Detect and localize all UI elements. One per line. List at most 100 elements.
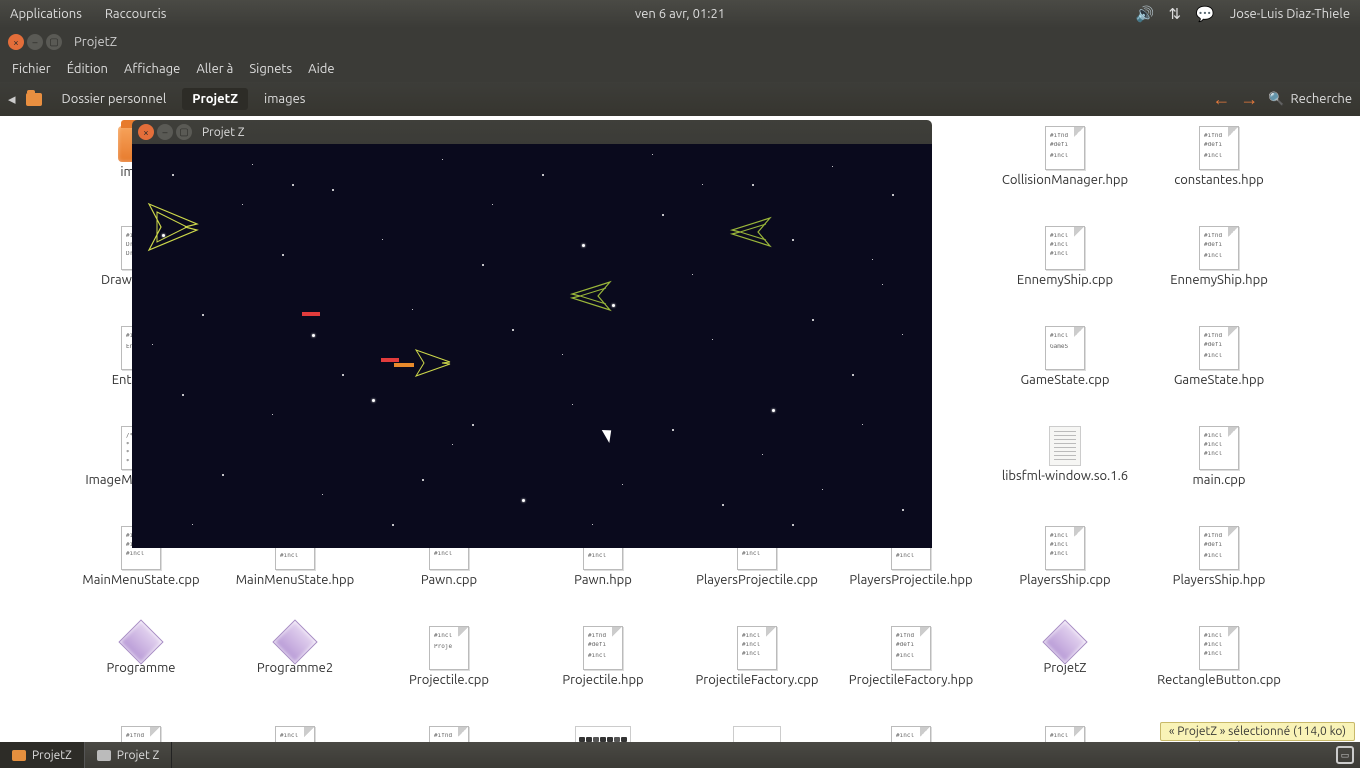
game-canvas[interactable] [132,144,932,548]
crumb-current[interactable]: ProjetZ [182,88,248,110]
file-item[interactable]: Programme2 [218,626,372,726]
star [282,254,284,256]
file-item[interactable] [680,726,834,742]
network-icon[interactable]: ⇅ [1164,5,1186,23]
file-item[interactable]: #ifnd#defi#inclconstantes.hpp [1142,126,1296,226]
file-item[interactable]: #incl#incl#inclRectangleButton.cpp [1142,626,1296,726]
star [662,214,664,216]
close-button[interactable]: × [8,34,24,50]
chat-icon[interactable]: 💬 [1194,5,1216,23]
file-item[interactable] [526,726,680,742]
file-item[interactable]: Programme [64,626,218,726]
file-item[interactable]: #inclShip: [218,726,372,742]
home-icon[interactable] [26,93,42,106]
breadcrumb: Dossier personnel ProjetZ images [26,88,316,110]
menu-edit[interactable]: Édition [59,62,116,76]
menu-file[interactable]: Fichier [4,62,59,76]
game-maximize-button[interactable]: ▢ [176,124,192,140]
file-item[interactable]: #ifnd#defi#inclEnnemyShip.hpp [1142,226,1296,326]
game-close-button[interactable]: × [138,124,154,140]
star [772,409,775,412]
file-item[interactable]: #incl#incl#inclEnnemyShip.cpp [988,226,1142,326]
file-label: MainMenuState.hpp [236,573,355,588]
maximize-button[interactable]: ▢ [46,34,62,50]
executable-icon [1042,619,1087,664]
source-file-icon: #ifnd#defi#incl [1199,326,1239,370]
file-label: GameState.hpp [1174,373,1264,388]
volume-icon[interactable]: 🔊 [1134,5,1156,23]
crumb-next[interactable]: images [254,88,315,110]
file-label: main.cpp [1193,473,1246,488]
source-file-icon: #ifnd#defi#incl [1199,126,1239,170]
star [332,189,334,191]
star [202,314,204,316]
file-item[interactable]: #incl#incl#incl main.cpp [1142,426,1296,526]
menu-view[interactable]: Affichage [116,62,188,76]
file-item[interactable]: libsfml-window.so.1.6 [988,426,1142,526]
source-file-icon: #ifnd#defi#incl [583,626,623,670]
task-nautilus[interactable]: ProjetZ [0,742,84,768]
file-item[interactable]: ProjetZ [988,626,1142,726]
crumb-home[interactable]: Dossier personnel [52,88,177,110]
source-file-icon: #incl#incl#incl [1199,426,1239,470]
file-item[interactable]: #inclGameSGameState.cpp [988,326,1142,426]
file-item[interactable]: #incl#incl#inclProjectileFactory.cpp [680,626,834,726]
star [522,499,525,502]
menu-go[interactable]: Aller à [188,62,241,76]
file-item[interactable]: #ifnd#defi#incl [372,726,526,742]
source-file-icon: #inclProje [429,626,469,670]
star [822,489,823,490]
file-item[interactable]: #ifnd#defi#incl Projectile.hpp [526,626,680,726]
user-menu[interactable]: Jose-Luis Diaz-Thiele [1230,7,1350,21]
star [162,234,165,237]
file-label: Projectile.hpp [562,673,643,688]
star [752,184,754,186]
file-label: EnnemyShip.cpp [1017,273,1113,288]
file-item[interactable]: #ifnd#defi#incl GameState.hpp [1142,326,1296,426]
star [252,164,253,165]
task-projetz[interactable]: Projet Z [84,742,173,768]
applications-menu[interactable]: Applications [10,7,82,21]
status-selection: « ProjetZ » sélectionné (114,0 ko) [1160,722,1355,741]
show-desktop-icon[interactable]: ▭ [1336,746,1354,764]
menu-help[interactable]: Aide [300,62,342,76]
file-item[interactable]: #ifnd#defi#inclPlayersShip.hpp [1142,526,1296,626]
folder-icon [12,750,26,761]
file-item[interactable]: #inclProjeProjectile.cpp [372,626,526,726]
game-minimize-button[interactable]: – [157,124,173,140]
nav-back-icon[interactable]: ← [1212,89,1230,110]
clock[interactable]: ven 6 avr, 01:21 [635,7,725,21]
search-button[interactable]: 🔍 Recherche [1268,92,1352,107]
star [422,479,424,481]
mouse-cursor [605,427,617,443]
file-item[interactable]: #ifnd#defi#incl [64,726,218,742]
star [382,239,383,240]
nav-forward-icon[interactable]: → [1240,89,1258,110]
game-titlebar[interactable]: × – ▢ Projet Z [132,120,932,144]
file-item[interactable]: #ifnd#defi#inclCollisionManager.hpp [988,126,1142,226]
menu-bookmarks[interactable]: Signets [241,62,300,76]
star [442,159,443,160]
star [482,264,484,266]
nautilus-titlebar[interactable]: × – ▢ ProjetZ [0,28,1360,56]
file-item[interactable]: #ifnd#defi#inclProjectileFactory.hpp [834,626,988,726]
file-item[interactable]: #incl#incl#incl [834,726,988,742]
star [542,174,544,176]
window-title: ProjetZ [74,35,117,49]
star [872,259,873,260]
back-icon[interactable]: ◂ [8,90,16,108]
executable-icon [118,619,163,664]
file-label: libsfml-window.so.1.6 [1002,469,1128,484]
star [792,239,794,241]
app-icon [97,750,111,761]
minimize-button[interactable]: – [27,34,43,50]
places-menu[interactable]: Raccourcis [105,7,167,21]
file-label: GameState.cpp [1021,373,1110,388]
star [152,344,153,345]
star [412,309,413,310]
file-item[interactable]: #incl#incl#inclPlayersShip.cpp [988,526,1142,626]
game-window[interactable]: × – ▢ Projet Z [132,120,932,548]
source-file-icon: #ifnd#defi#incl [429,726,469,742]
star [612,304,615,307]
file-item[interactable]: #incl#incl#incl [988,726,1142,742]
